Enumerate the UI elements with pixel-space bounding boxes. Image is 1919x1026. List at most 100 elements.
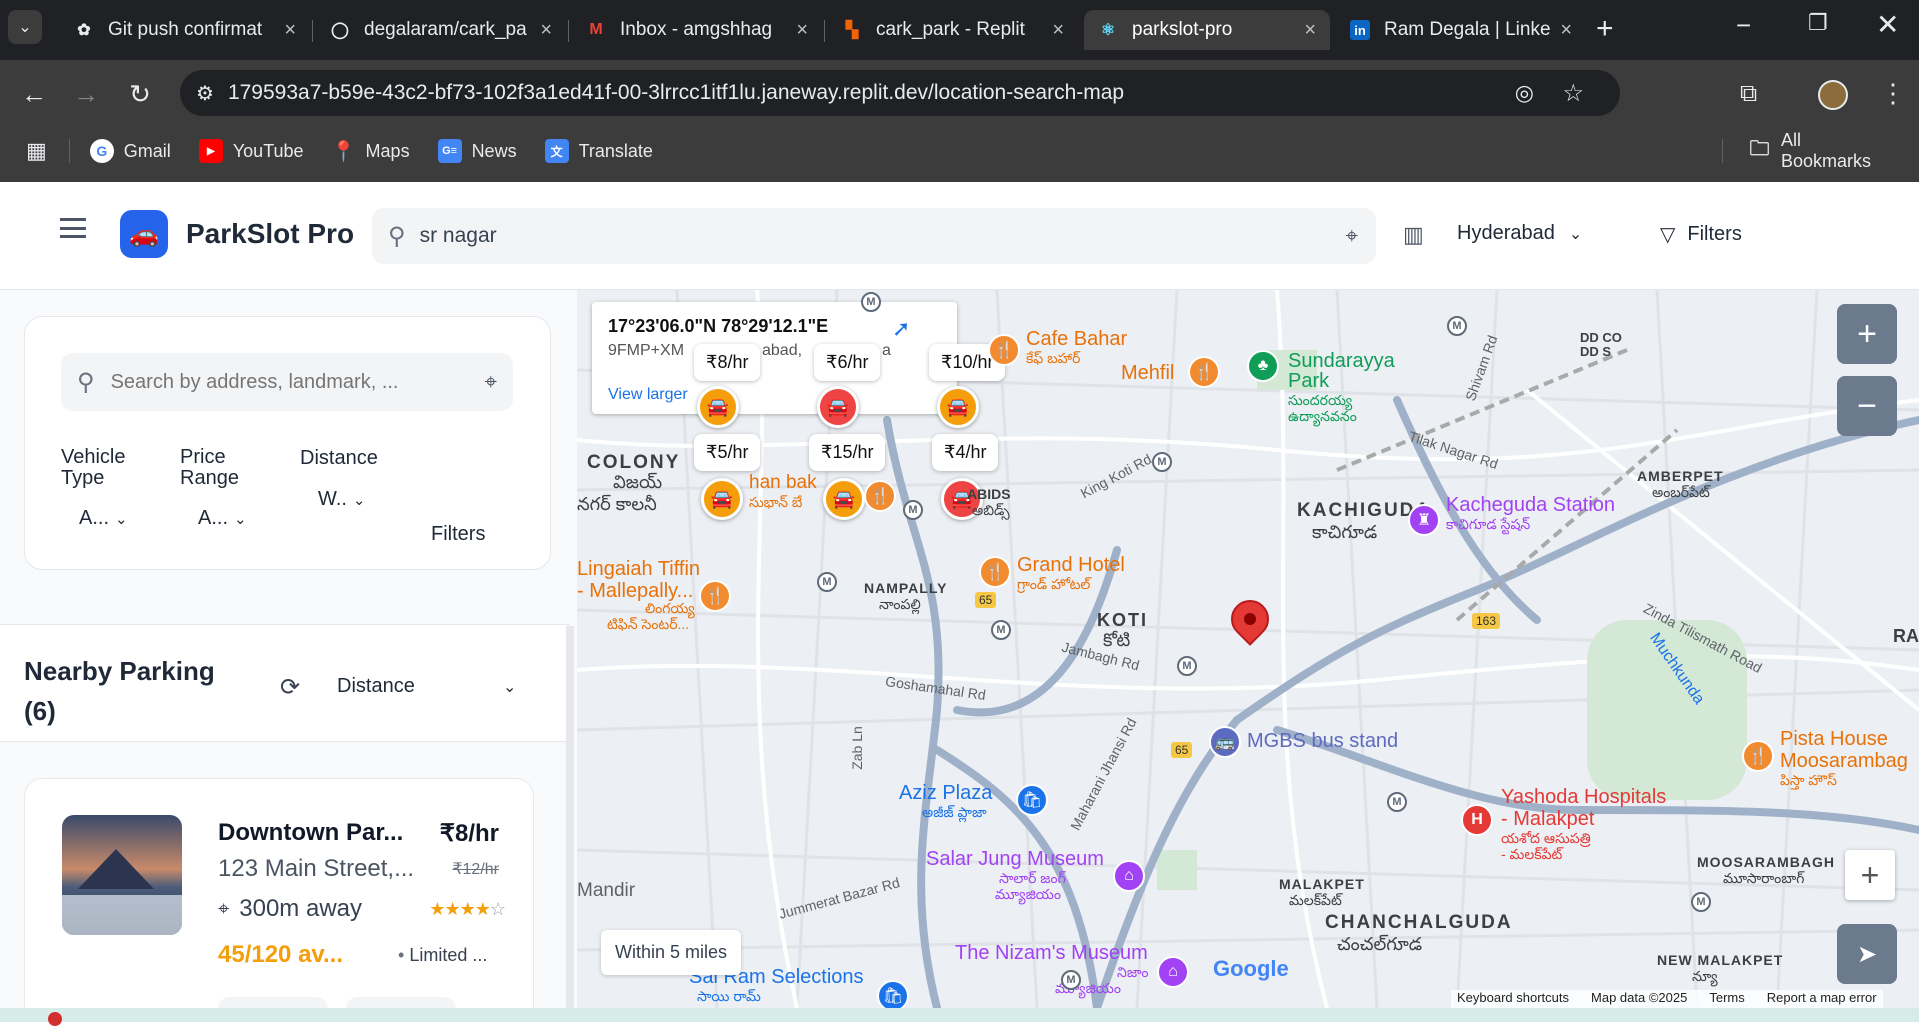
close-icon[interactable]: × [1304, 19, 1316, 42]
restaurant-icon[interactable]: 🍴 [1188, 356, 1220, 388]
price-tag[interactable]: ₹5/hr [694, 434, 761, 471]
museum-icon[interactable]: ⌂ [1157, 956, 1189, 988]
filters-button[interactable]: Filters [431, 523, 485, 546]
keyboard-shortcuts-link[interactable]: Keyboard shortcuts [1457, 990, 1569, 1008]
restore-button[interactable]: ❐ [1808, 10, 1828, 36]
tab-linkedin[interactable]: in Ram Degala | Linke × [1336, 10, 1586, 50]
tab-replit[interactable]: ▚ cark_park - Replit × [828, 10, 1078, 50]
tab-gmail[interactable]: M Inbox - amgshhag × [572, 10, 822, 50]
forward-button[interactable]: → [66, 74, 106, 114]
bookmark-maps[interactable]: 📍 Maps [331, 139, 409, 163]
site-info-icon[interactable]: ⚙ [196, 81, 214, 106]
zoom-out-button[interactable]: − [1837, 376, 1897, 436]
refresh-icon[interactable]: ⟳ [280, 673, 300, 702]
map-label-amberpet: AMBERPET [1637, 468, 1724, 484]
museum-icon[interactable]: ⌂ [1113, 860, 1145, 892]
chevron-down-icon: ⌄ [234, 510, 247, 528]
restaurant-icon[interactable]: 🍴 [979, 556, 1011, 588]
parking-listing-card[interactable]: Downtown Par... ₹8/hr 123 Main Street,..… [24, 778, 534, 1022]
train-station-icon[interactable]: ♜ [1408, 504, 1440, 536]
directions-icon[interactable]: ➚ [892, 316, 910, 342]
google-zoom-in-button[interactable]: + [1845, 850, 1895, 900]
back-button[interactable]: ← [14, 74, 54, 114]
sort-selector[interactable]: Distance ⌄ [337, 675, 516, 698]
url-text[interactable]: 179593a7-b59e-43c2-bf73-102f3a1ed41f-00-… [228, 81, 1124, 105]
locate-me-button[interactable]: ➤ [1837, 924, 1897, 984]
tab-title: cark_park - Replit [876, 19, 1025, 40]
close-icon[interactable]: × [284, 19, 296, 42]
parking-pin[interactable]: 🚘 [701, 478, 743, 520]
news-icon: G≡ [437, 139, 462, 163]
hamburger-menu-icon[interactable] [60, 218, 86, 238]
app-logo[interactable]: 🚗 [120, 210, 168, 258]
translate-icon: 文 [544, 139, 569, 163]
scrollbar[interactable] [566, 626, 574, 1022]
tab-parkslot-pro[interactable]: ⚛ parkslot-pro × [1084, 10, 1330, 50]
star-icon[interactable]: ☆ [1562, 79, 1584, 108]
tab-git-push[interactable]: ✿ Git push confirmat × [60, 10, 310, 50]
parking-pin[interactable]: 🚘 [937, 386, 979, 428]
minimize-button[interactable]: − [1736, 10, 1751, 41]
all-bookmarks[interactable]: 🗀 All Bookmarks [1748, 130, 1891, 172]
bookmark-translate[interactable]: 文 Translate [544, 139, 653, 163]
restaurant-icon[interactable]: 🍴 [1742, 740, 1774, 772]
restaurant-icon[interactable]: 🍴 [864, 480, 896, 512]
eye-off-icon[interactable]: ◎ [1515, 80, 1534, 106]
report-error-link[interactable]: Report a map error [1767, 990, 1877, 1008]
metro-icon: M [817, 572, 837, 592]
restaurant-icon[interactable]: 🍴 [988, 334, 1020, 366]
price-tag[interactable]: ₹4/hr [932, 434, 999, 471]
zoom-in-button[interactable]: + [1837, 304, 1897, 364]
distance-filter[interactable]: Distance W.. ⌄ [300, 447, 420, 511]
vehicle-type-filter[interactable]: Vehicle Type A... ⌄ [61, 447, 161, 530]
status-dot: • [398, 945, 410, 965]
bookmark-label: All Bookmarks [1780, 130, 1871, 171]
city-selector[interactable]: Hyderabad ⌄ [1457, 222, 1582, 245]
bookmark-news[interactable]: G≡ News [437, 139, 517, 163]
close-icon[interactable]: × [796, 19, 808, 42]
new-tab-button[interactable]: + [1596, 12, 1614, 46]
extensions-icon[interactable]: ⧉ [1740, 80, 1757, 108]
close-icon[interactable]: × [1560, 19, 1572, 42]
parking-pin[interactable]: 🚘 [823, 478, 865, 520]
close-icon[interactable]: × [540, 19, 552, 42]
bus-station-icon[interactable]: 🚌 [1209, 726, 1241, 758]
apps-icon[interactable]: ▦ [26, 138, 47, 164]
address-bar[interactable]: ⚙ 179593a7-b59e-43c2-bf73-102f3a1ed41f-0… [180, 70, 1620, 116]
map-view-icon[interactable]: ▥ [1403, 222, 1424, 248]
menu-icon[interactable]: ⋮ [1880, 78, 1906, 109]
listing-name[interactable]: Downtown Par... [218, 819, 403, 847]
parking-pin[interactable]: 🚘 [697, 386, 739, 428]
tab-search-button[interactable]: ⌄ [8, 10, 42, 44]
hospital-icon[interactable]: H [1461, 804, 1493, 836]
shopping-icon[interactable]: 🛍 [1016, 784, 1048, 816]
map-label-salarjung-te2: మ్యూజియం [995, 886, 1061, 902]
avatar[interactable] [1818, 80, 1848, 110]
close-icon[interactable]: × [1052, 19, 1064, 42]
map-view[interactable]: 17°23'06.0"N 78°29'12.1"E 9FMP+XM abad, … [577, 290, 1919, 1008]
price-tag[interactable]: ₹6/hr [814, 344, 881, 381]
header-search-bar[interactable]: ⚲ ⌖ [372, 208, 1376, 264]
bookmark-youtube[interactable]: ▶ YouTube [198, 139, 304, 163]
close-window-button[interactable]: ✕ [1876, 8, 1899, 41]
shopping-icon[interactable]: 🛍 [877, 980, 909, 1008]
price-tag[interactable]: ₹15/hr [809, 434, 886, 471]
location-pin-icon[interactable]: ⌖ [485, 369, 497, 395]
sidebar-search-input[interactable] [110, 370, 451, 394]
search-input[interactable] [419, 224, 1300, 248]
location-pin-icon[interactable]: ⌖ [1346, 223, 1358, 249]
map-label-chanchalguda: CHANCHALGUDA [1325, 912, 1513, 933]
terms-link[interactable]: Terms [1709, 990, 1744, 1008]
price-tag[interactable]: ₹8/hr [694, 344, 761, 381]
tab-github[interactable]: ◯ degalaram/cark_pa × [316, 10, 566, 50]
park-icon[interactable]: ♣ [1247, 350, 1279, 382]
sidebar-search-bar[interactable]: ⚲ ⌖ [61, 353, 513, 411]
price-range-filter[interactable]: Price Range A... ⌄ [180, 447, 270, 530]
parking-pin[interactable]: 🚘 [817, 386, 859, 428]
reload-button[interactable]: ↻ [120, 74, 160, 114]
filters-button[interactable]: ▽ Filters [1660, 222, 1742, 247]
map-label-nampally-te: నాంపల్లి [879, 596, 921, 612]
bookmark-gmail[interactable]: G Gmail [89, 139, 171, 163]
restaurant-icon[interactable]: 🍴 [699, 580, 731, 612]
view-larger-map-link[interactable]: View larger [608, 386, 688, 404]
